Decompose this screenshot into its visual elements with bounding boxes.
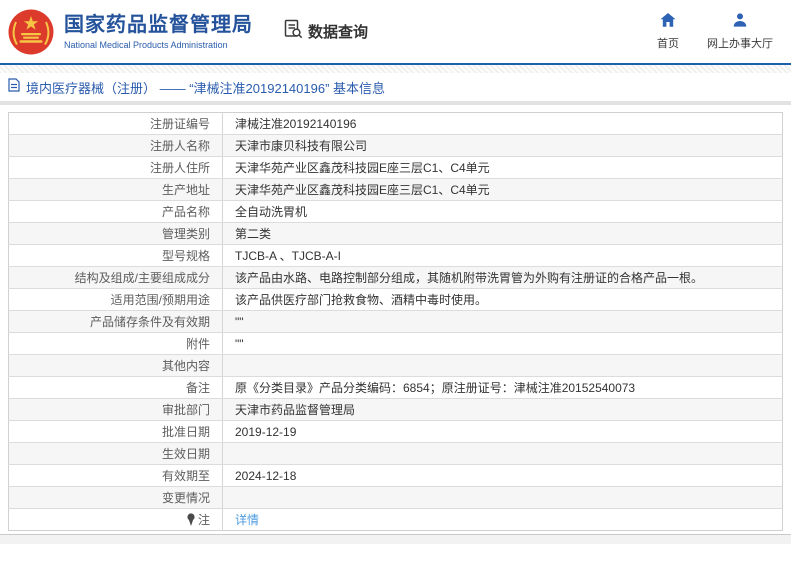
table-row: 注 详情 <box>9 509 783 531</box>
table-row: 附件 "" <box>9 333 783 355</box>
table-row: 有效期至 2024-12-18 <box>9 465 783 487</box>
field-label: 生产地址 <box>9 179 223 201</box>
field-label: 注 <box>9 509 223 531</box>
table-row: 结构及组成/主要组成成分 该产品由水路、电路控制部分组成，其随机附带洗胃管为外购… <box>9 267 783 289</box>
table-row: 管理类别 第二类 <box>9 223 783 245</box>
note-label: 注 <box>198 513 210 527</box>
table-row: 备注 原《分类目录》产品分类编码：6854；原注册证号：津械注准20152540… <box>9 377 783 399</box>
field-value: 该产品供医疗部门抢救食物、酒精中毒时使用。 <box>223 289 783 311</box>
nav-label-home: 首页 <box>657 35 679 51</box>
pin-icon <box>186 513 196 529</box>
org-title-block: 国家药品监督管理局 National Medical Products Admi… <box>64 14 253 50</box>
data-query-section[interactable]: 数据查询 <box>283 19 368 44</box>
field-label: 批准日期 <box>9 421 223 443</box>
field-value: 津械注准20192140196 <box>223 113 783 135</box>
field-value <box>223 487 783 509</box>
nmpa-emblem-logo <box>8 9 54 55</box>
document-icon <box>8 78 20 97</box>
field-label: 注册人名称 <box>9 135 223 157</box>
field-value: 天津华苑产业区鑫茂科技园E座三层C1、C4单元 <box>223 157 783 179</box>
field-value: 详情 <box>223 509 783 531</box>
table-row: 变更情况 <box>9 487 783 509</box>
org-name-zh: 国家药品监督管理局 <box>64 14 253 37</box>
field-value: 天津华苑产业区鑫茂科技园E座三层C1、C4单元 <box>223 179 783 201</box>
field-label: 产品名称 <box>9 201 223 223</box>
table-row: 产品名称 全自动洗胃机 <box>9 201 783 223</box>
data-query-label: 数据查询 <box>308 21 368 42</box>
field-label: 型号规格 <box>9 245 223 267</box>
field-value: "" <box>223 311 783 333</box>
footer-band <box>0 534 791 544</box>
table-row: 适用范围/预期用途 该产品供医疗部门抢救食物、酒精中毒时使用。 <box>9 289 783 311</box>
field-value: 2019-12-19 <box>223 421 783 443</box>
field-value: "" <box>223 333 783 355</box>
field-value: 全自动洗胃机 <box>223 201 783 223</box>
field-value: TJCB-A 、TJCB-A-I <box>223 245 783 267</box>
registration-info-table: 注册证编号 津械注准20192140196 注册人名称 天津市康贝科技有限公司 … <box>8 112 783 531</box>
field-value <box>223 355 783 377</box>
field-label: 注册证编号 <box>9 113 223 135</box>
field-value: 天津市药品监督管理局 <box>223 399 783 421</box>
field-value: 2024-12-18 <box>223 465 783 487</box>
nav-label-service-hall: 网上办事大厅 <box>707 35 773 51</box>
nav-item-service-hall[interactable]: 网上办事大厅 <box>707 13 773 51</box>
detail-link[interactable]: 详情 <box>235 513 259 527</box>
spacer <box>0 105 791 112</box>
field-label: 产品储存条件及有效期 <box>9 311 223 333</box>
field-label: 有效期至 <box>9 465 223 487</box>
field-value: 该产品由水路、电路控制部分组成，其随机附带洗胃管为外购有注册证的合格产品一根。 <box>223 267 783 289</box>
field-label: 审批部门 <box>9 399 223 421</box>
field-label: 管理类别 <box>9 223 223 245</box>
table-row: 生效日期 <box>9 443 783 465</box>
field-value <box>223 443 783 465</box>
table-row: 批准日期 2019-12-19 <box>9 421 783 443</box>
field-label: 适用范围/预期用途 <box>9 289 223 311</box>
field-label: 备注 <box>9 377 223 399</box>
field-value: 天津市康贝科技有限公司 <box>223 135 783 157</box>
breadcrumb-text: 境内医疗器械（注册） —— “津械注准20192140196” 基本信息 <box>26 78 385 97</box>
table-row: 型号规格 TJCB-A 、TJCB-A-I <box>9 245 783 267</box>
breadcrumb: 境内医疗器械（注册） —— “津械注准20192140196” 基本信息 <box>0 73 791 101</box>
field-label: 其他内容 <box>9 355 223 377</box>
table-row: 生产地址 天津华苑产业区鑫茂科技园E座三层C1、C4单元 <box>9 179 783 201</box>
org-name-en: National Medical Products Administration <box>64 40 253 50</box>
table-row: 注册人名称 天津市康贝科技有限公司 <box>9 135 783 157</box>
home-icon <box>660 13 676 32</box>
top-nav: 首页 网上办事大厅 <box>657 13 773 51</box>
field-label: 生效日期 <box>9 443 223 465</box>
person-icon <box>733 13 747 32</box>
document-search-icon <box>283 19 303 44</box>
hatch-strip <box>0 65 791 73</box>
table-row: 注册证编号 津械注准20192140196 <box>9 113 783 135</box>
field-label: 注册人住所 <box>9 157 223 179</box>
field-label: 结构及组成/主要组成成分 <box>9 267 223 289</box>
header: 国家药品监督管理局 National Medical Products Admi… <box>0 0 791 63</box>
field-value: 原《分类目录》产品分类编码：6854；原注册证号：津械注准20152540073 <box>223 377 783 399</box>
table-row: 其他内容 <box>9 355 783 377</box>
nav-item-home[interactable]: 首页 <box>657 13 679 51</box>
field-value: 第二类 <box>223 223 783 245</box>
table-row: 审批部门 天津市药品监督管理局 <box>9 399 783 421</box>
table-row: 注册人住所 天津华苑产业区鑫茂科技园E座三层C1、C4单元 <box>9 157 783 179</box>
table-row: 产品储存条件及有效期 "" <box>9 311 783 333</box>
field-label: 变更情况 <box>9 487 223 509</box>
field-label: 附件 <box>9 333 223 355</box>
